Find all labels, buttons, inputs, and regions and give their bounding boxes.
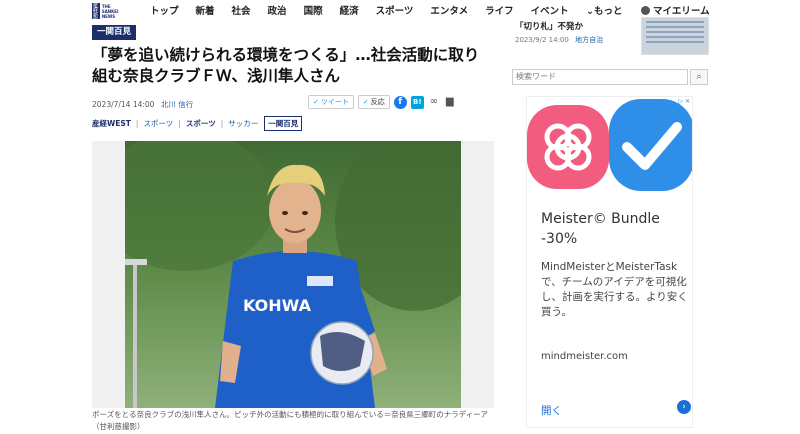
link-icon[interactable]: ∞ xyxy=(428,96,440,108)
thumbnail-line xyxy=(646,26,704,28)
related-article-thumbnail[interactable] xyxy=(641,17,709,55)
nav-item[interactable]: イベント xyxy=(531,3,569,17)
mindmeister-icon xyxy=(527,105,609,189)
nav-item[interactable]: ライフ xyxy=(485,3,514,17)
ad-discount: -30% xyxy=(541,231,578,247)
article-photo[interactable]: KOHWA xyxy=(125,141,461,408)
related-article-title[interactable]: 「切り札」不発か xyxy=(515,20,583,32)
nav-item[interactable]: 新着 xyxy=(196,3,215,17)
category-link[interactable]: サッカー xyxy=(228,118,258,129)
chevron-right-icon[interactable]: › xyxy=(677,400,691,414)
article-byline: 2023/7/14 14:00 北川 信行 xyxy=(92,99,193,110)
share-bar: ✓ ツイート ✓ 反応 f B! ∞ ▆ xyxy=(308,95,456,109)
user-icon xyxy=(641,5,650,15)
ad-open-link[interactable]: 開く xyxy=(541,403,562,418)
category-link[interactable]: スポーツ xyxy=(143,118,173,129)
print-icon[interactable]: ▆ xyxy=(444,96,456,108)
article-author[interactable]: 北川 信行 xyxy=(161,100,193,109)
twitter-icon: ✓ xyxy=(313,98,319,106)
nav-item[interactable]: スポーツ xyxy=(376,3,414,17)
related-article-section[interactable]: 地方自治 xyxy=(575,36,603,44)
nav-item[interactable]: 国際 xyxy=(304,3,323,17)
player-photo-illustration: KOHWA xyxy=(125,141,461,408)
related-article-meta: 2023/9/2 14:00 地方自治 xyxy=(515,35,603,45)
photo-caption: ポーズをとる奈良クラブの浅川隼人さん。ピッチ外の活動にも積極的に取り組んでいる＝… xyxy=(92,410,488,431)
nav-item[interactable]: トップ xyxy=(150,3,179,17)
related-article-date: 2023/9/2 14:00 xyxy=(515,36,569,44)
ad-url: mindmeister.com xyxy=(541,351,628,362)
twitter-bird-icon: ✓ xyxy=(362,98,369,106)
nav-item[interactable]: 経済 xyxy=(340,3,359,17)
search-button[interactable]: ⌕ xyxy=(690,69,708,85)
ad-app-icons xyxy=(527,99,692,191)
nav-item[interactable]: エンタメ xyxy=(430,3,468,17)
category-separator: | xyxy=(135,119,139,128)
tweet-button[interactable]: ✓ ツイート xyxy=(308,95,354,109)
nav-items: トップ 新着 社会 政治 国際 経済 スポーツ エンタメ ライフ イベント xyxy=(150,3,586,17)
svg-text:KOHWA: KOHWA xyxy=(243,296,312,315)
thumbnail-line xyxy=(646,36,704,38)
category-link[interactable]: スポーツ xyxy=(186,118,216,129)
category-separator: | xyxy=(220,119,224,128)
search-icon: ⌕ xyxy=(696,72,702,82)
thumbnail-line xyxy=(646,31,704,33)
hatena-bookmark-icon[interactable]: B! xyxy=(410,95,424,109)
category-separator: | xyxy=(178,119,181,128)
category-box-link[interactable]: 一関百見 xyxy=(264,116,303,131)
category-link[interactable]: 産経WEST xyxy=(92,118,131,129)
more-menu-button[interactable]: ⌄もっと xyxy=(586,3,622,17)
facebook-icon[interactable]: f xyxy=(393,95,407,109)
meistertask-icon xyxy=(609,99,692,191)
search-input[interactable]: 検索ワード xyxy=(512,69,688,85)
mypage-button[interactable]: マイエリーム xyxy=(641,3,710,17)
thumbnail-line xyxy=(646,41,704,43)
logo-text: THE SANKEI NEWS xyxy=(101,3,119,19)
ad-body-text: MindMeisterとMeisterTaskで、チームのアイデアを可視化し、計… xyxy=(541,261,688,318)
logo-mark: 産経新聞 xyxy=(92,3,100,24)
reaction-button[interactable]: ✓ 反応 xyxy=(357,95,390,109)
ad-title: Meister© Bundle xyxy=(541,211,660,227)
ad-choices-badge[interactable]: ▷ ✕ xyxy=(678,98,690,105)
nav-item[interactable]: 政治 xyxy=(268,3,287,17)
site-logo[interactable]: 産経新聞 THE SANKEI NEWS xyxy=(92,2,126,24)
article-tag[interactable]: 一関百見 xyxy=(92,25,137,40)
article-date: 2023/7/14 14:00 xyxy=(92,100,155,109)
thumbnail-line xyxy=(646,21,704,23)
article-photo-frame: KOHWA xyxy=(92,141,494,408)
advertisement[interactable]: ▷ ✕ Meister© Bundle -30% MindMeisterとMei… xyxy=(526,96,693,428)
category-list: 産経WEST | スポーツ | スポーツ | サッカー 一関百見 xyxy=(92,116,303,131)
reaction-label: 反応 xyxy=(370,98,385,106)
mypage-label: マイエリーム xyxy=(653,6,710,17)
article-headline: 「夢を追い続けられる環境をつくる」…社会活動に取り組む奈良クラブＦＷ、浅川隼人さ… xyxy=(92,46,480,85)
nav-item[interactable]: 社会 xyxy=(232,3,251,17)
tweet-label: ツイート xyxy=(320,98,349,106)
